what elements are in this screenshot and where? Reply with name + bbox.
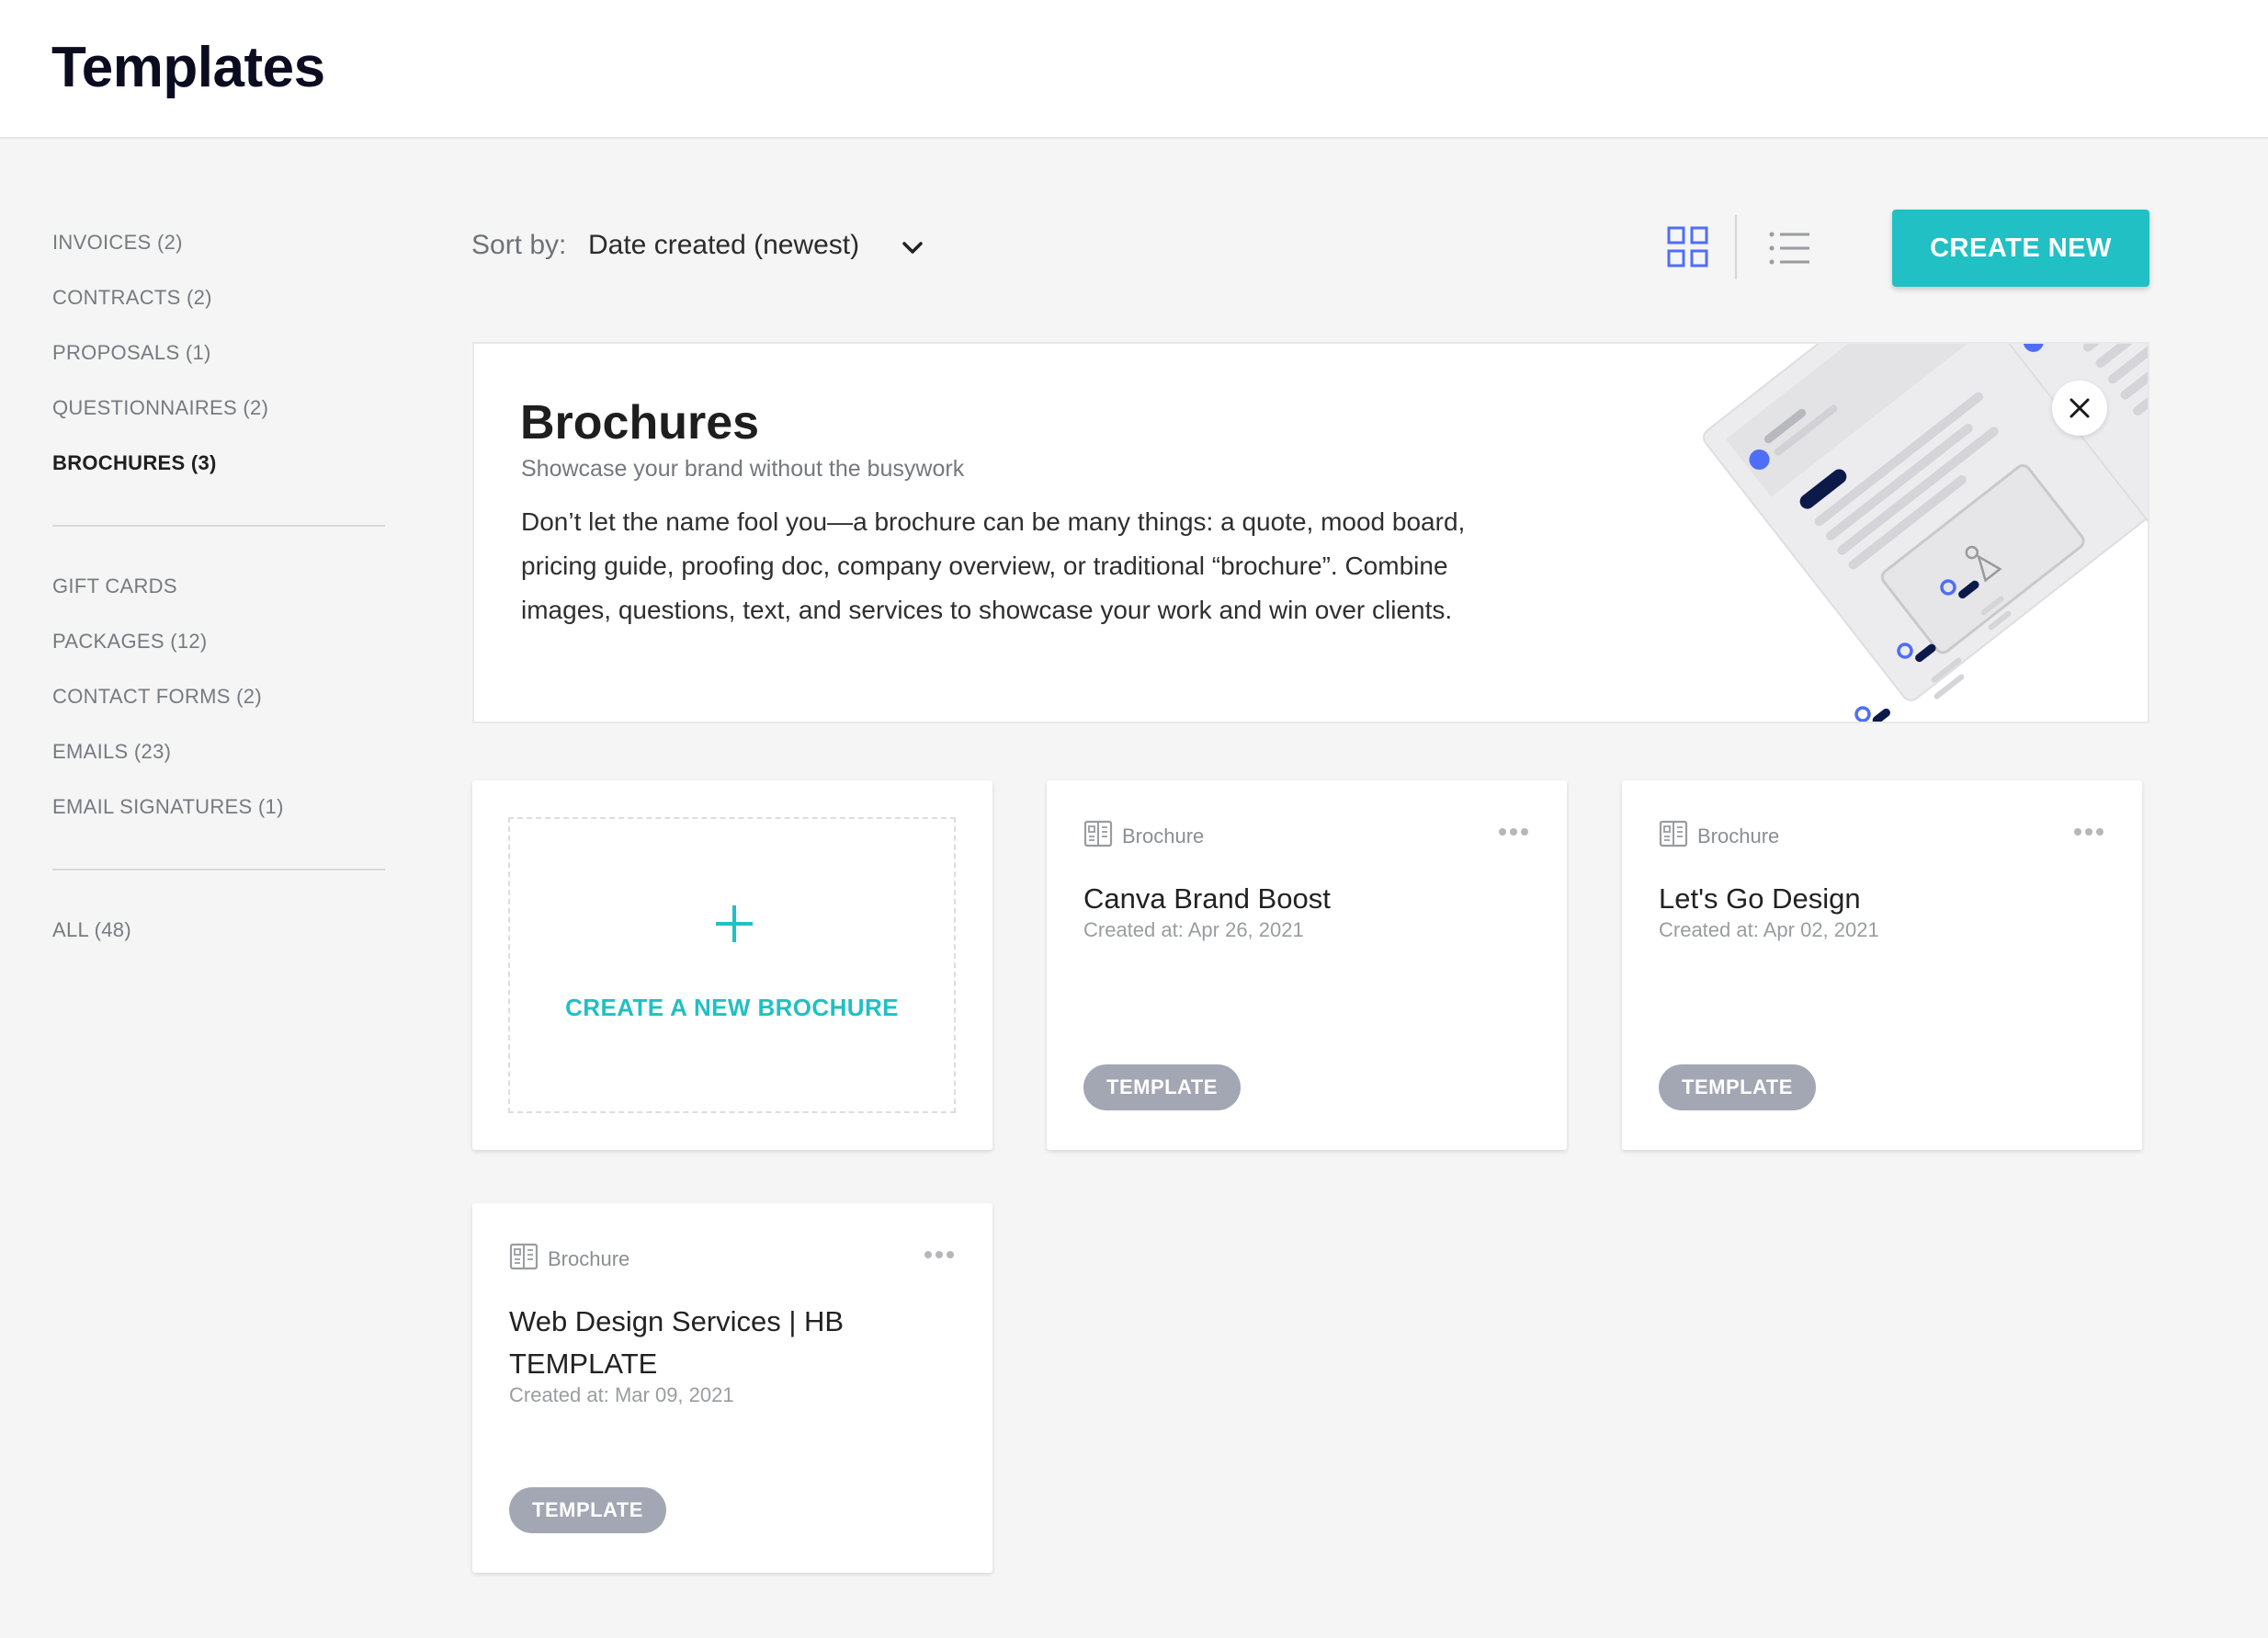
card-type-label: Brochure: [548, 1247, 630, 1270]
banner-description: Don’t let the name fool you—a brochure c…: [521, 507, 1466, 624]
brochures-info-banner: Brochures Showcase your brand without th…: [472, 342, 2149, 723]
sidebar-item-questionnaires[interactable]: QUESTIONNAIRES (2): [52, 396, 268, 420]
sidebar-item-email-signatures[interactable]: EMAIL SIGNATURES (1): [52, 795, 284, 819]
grid-view-icon[interactable]: [1667, 226, 1709, 268]
sidebar-divider: [52, 525, 385, 527]
create-new-button[interactable]: CREATE NEW: [1892, 210, 2149, 287]
more-options-icon[interactable]: [923, 1249, 956, 1260]
create-dropzone: CREATE A NEW BROCHURE: [508, 817, 956, 1113]
create-brochure-label: CREATE A NEW BROCHURE: [565, 994, 899, 1021]
brochure-icon: [1659, 820, 1688, 847]
card-title[interactable]: Web Design Services | HB TEMPLATE: [509, 1301, 913, 1385]
sidebar-item-brochures[interactable]: BROCHURES (3): [52, 451, 217, 475]
banner-subtitle: Showcase your brand without the busywork: [521, 456, 965, 482]
page-title: Templates: [51, 36, 325, 99]
card-type-label: Brochure: [1697, 825, 1780, 847]
sidebar-item-contact-forms[interactable]: CONTACT FORMS (2): [52, 685, 262, 709]
template-badge: TEMPLATE: [1659, 1064, 1816, 1110]
close-icon: [2070, 398, 2090, 418]
card-title[interactable]: Canva Brand Boost: [1083, 878, 1488, 920]
close-banner-button[interactable]: [2052, 381, 2107, 436]
chevron-down-icon[interactable]: [899, 234, 926, 262]
sidebar-item-all[interactable]: ALL (48): [52, 918, 131, 942]
sidebar-item-gift-cards[interactable]: GIFT CARDS: [52, 574, 177, 598]
more-options-icon[interactable]: [2072, 826, 2105, 837]
sidebar-item-emails[interactable]: EMAILS (23): [52, 740, 171, 764]
card-created-date: Created at: Apr 02, 2021: [1659, 918, 1879, 941]
banner-title: Brochures: [520, 396, 760, 449]
plus-icon: [716, 905, 753, 942]
template-badge: TEMPLATE: [1083, 1064, 1241, 1110]
card-type-label: Brochure: [1122, 825, 1205, 847]
more-options-icon[interactable]: [1497, 826, 1530, 837]
page-header: Templates: [0, 0, 2268, 139]
brochure-icon: [509, 1243, 539, 1270]
template-badge: TEMPLATE: [509, 1487, 666, 1533]
view-toggle-divider: [1735, 215, 1737, 279]
brochure-card[interactable]: Brochure Let's Go Design Created at: Apr…: [1622, 780, 2142, 1150]
brochure-card[interactable]: Brochure Web Design Services | HB TEMPLA…: [472, 1203, 992, 1573]
sidebar-item-contracts[interactable]: CONTRACTS (2): [52, 286, 212, 310]
sort-dropdown[interactable]: Date created (newest): [588, 230, 859, 261]
sidebar-item-packages[interactable]: PACKAGES (12): [52, 630, 208, 654]
sidebar-item-invoices[interactable]: INVOICES (2): [52, 231, 183, 255]
brochure-card[interactable]: Brochure Canva Brand Boost Created at: A…: [1047, 780, 1567, 1150]
card-created-date: Created at: Mar 09, 2021: [509, 1383, 734, 1406]
create-brochure-card[interactable]: CREATE A NEW BROCHURE: [472, 780, 992, 1150]
card-created-date: Created at: Apr 26, 2021: [1083, 918, 1304, 941]
sidebar-item-proposals[interactable]: PROPOSALS (1): [52, 341, 211, 365]
list-view-icon[interactable]: [1768, 230, 1810, 267]
sidebar-divider: [52, 869, 385, 870]
card-title[interactable]: Let's Go Design: [1659, 878, 2063, 920]
brochure-icon: [1083, 820, 1113, 847]
sort-label: Sort by:: [471, 230, 567, 260]
